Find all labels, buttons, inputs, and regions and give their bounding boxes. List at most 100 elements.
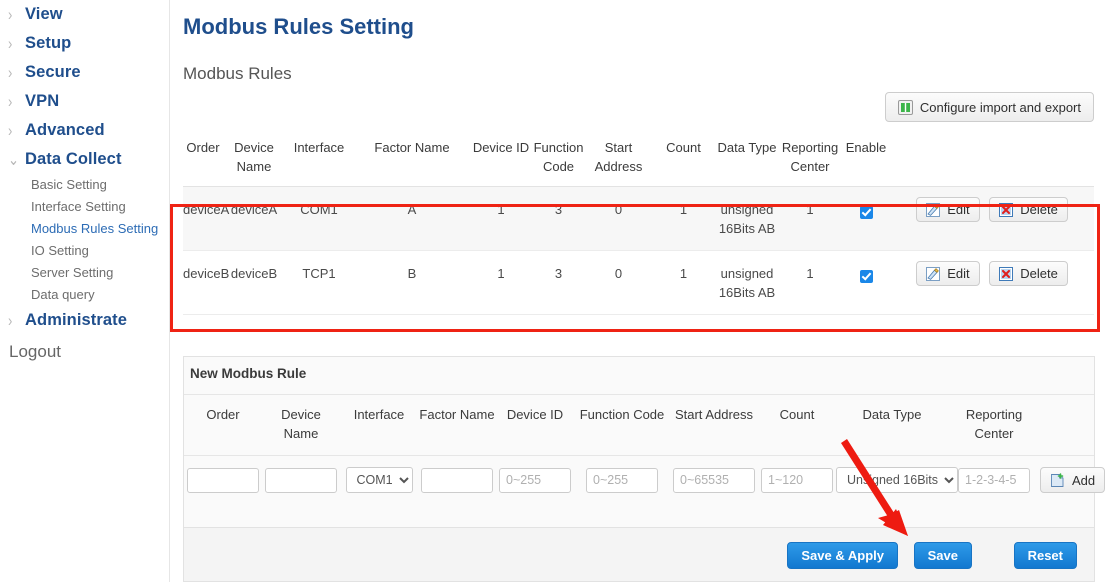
- edit-button[interactable]: Edit: [916, 197, 980, 222]
- col-enable: Enable: [842, 130, 890, 187]
- add-button-label: Add: [1072, 472, 1096, 488]
- cell-interface: TCP1: [285, 250, 353, 315]
- cell-device-id: 1: [471, 186, 531, 251]
- add-button[interactable]: Add: [1040, 467, 1106, 493]
- sidebar-item-label: Data Collect: [25, 150, 122, 168]
- cell-device-id: 1: [471, 250, 531, 315]
- cell-count: 1: [651, 250, 716, 315]
- chevron-right-icon: ›: [8, 63, 13, 82]
- sidebar-item-data-query[interactable]: Data query: [0, 284, 170, 306]
- sidebar-item-view[interactable]: › View: [0, 0, 170, 29]
- new-rule-panel-title: New Modbus Rule: [190, 366, 307, 381]
- cell-factor-name: B: [353, 250, 471, 315]
- save-button[interactable]: Save: [913, 542, 972, 569]
- add-page-icon: [1050, 472, 1065, 488]
- new-rule-input-row: COM1 Unsigned 16Bits: [184, 455, 1106, 505]
- cell-reporting-center: 1: [778, 186, 842, 251]
- configure-import-export-button[interactable]: Configure import and export: [884, 92, 1094, 122]
- sidebar-item-label: Secure: [25, 63, 81, 81]
- col-reporting-center: Reporting Center: [778, 130, 842, 187]
- edit-button-label: Edit: [947, 202, 970, 217]
- import-export-icon: [897, 99, 913, 115]
- cell-data-type: unsigned 16Bits AB: [716, 186, 778, 251]
- edit-pencil-icon: [926, 202, 941, 217]
- factor-name-input[interactable]: [421, 467, 493, 493]
- new-rule-table: Order Device Name Interface Factor Name …: [184, 395, 1106, 505]
- new-col-factor-name: Factor Name: [418, 395, 496, 456]
- delete-button-label: Delete: [1020, 266, 1058, 281]
- sidebar-item-data-collect[interactable]: ⌄ Data Collect: [0, 145, 170, 174]
- chevron-down-icon: ⌄: [8, 150, 19, 169]
- new-col-device-name: Device Name: [262, 395, 340, 456]
- new-modbus-rule-panel: New Modbus Rule Order Device Name Interf…: [183, 356, 1106, 528]
- cell-enable: [842, 186, 890, 251]
- sidebar-item-setup[interactable]: › Setup: [0, 29, 170, 58]
- cell-actions: Edit Delete: [890, 186, 1094, 251]
- table-row: deviceA deviceA COM1 A 1 3 0 1 unsigned …: [183, 186, 1094, 251]
- page-title: Modbus Rules Setting: [183, 14, 414, 39]
- sidebar-item-advanced[interactable]: › Advanced: [0, 116, 170, 145]
- sidebar-item-secure[interactable]: › Secure: [0, 58, 170, 87]
- device-name-input[interactable]: [265, 467, 337, 493]
- order-input[interactable]: [187, 467, 259, 493]
- table-header-row: Order Device Name Interface Factor Name …: [183, 130, 1094, 187]
- new-col-count: Count: [758, 395, 836, 456]
- col-data-type: Data Type: [716, 130, 778, 187]
- chevron-right-icon: ›: [8, 34, 13, 53]
- new-col-reporting-center: Reporting Center: [948, 395, 1040, 456]
- section-subtitle: Modbus Rules: [183, 64, 292, 83]
- footer-bar: Save & Apply Save Reset: [183, 528, 1095, 582]
- enable-checkbox[interactable]: [859, 269, 873, 283]
- device-id-input[interactable]: [499, 467, 571, 493]
- edit-button[interactable]: Edit: [916, 261, 980, 286]
- sidebar-item-label: VPN: [25, 92, 60, 110]
- cell-order: deviceB: [183, 250, 229, 315]
- start-address-input[interactable]: [673, 467, 755, 493]
- function-code-input[interactable]: [586, 467, 658, 493]
- save-and-apply-button[interactable]: Save & Apply: [787, 542, 898, 569]
- sidebar-item-interface-setting[interactable]: Interface Setting: [0, 196, 170, 218]
- sidebar-item-io-setting[interactable]: IO Setting: [0, 240, 170, 262]
- chevron-right-icon: ›: [8, 311, 13, 330]
- cell-order: deviceA: [183, 186, 229, 251]
- sidebar-item-label: Advanced: [25, 121, 105, 139]
- sidebar-item-basic-setting[interactable]: Basic Setting: [0, 174, 170, 196]
- reporting-center-input[interactable]: [958, 467, 1030, 493]
- sidebar-item-server-setting[interactable]: Server Setting: [0, 262, 170, 284]
- interface-select[interactable]: COM1: [345, 467, 413, 493]
- new-col-device-id: Device ID: [496, 395, 574, 456]
- cell-actions: Edit Delete: [890, 250, 1094, 315]
- sidebar-item-vpn[interactable]: › VPN: [0, 87, 170, 116]
- col-actions: [890, 130, 1094, 187]
- sidebar-nav: › View › Setup › Secure › VPN › Advanced…: [0, 0, 170, 335]
- cell-factor-name: A: [353, 186, 471, 251]
- sidebar-item-administrate[interactable]: › Administrate: [0, 306, 170, 335]
- sidebar-item-label: View: [25, 5, 63, 23]
- reset-button[interactable]: Reset: [1013, 542, 1077, 569]
- new-col-start-address: Start Address: [670, 395, 758, 456]
- cell-reporting-center: 1: [778, 250, 842, 315]
- logout-link[interactable]: Logout: [9, 342, 61, 362]
- col-order: Order: [183, 130, 223, 187]
- delete-button[interactable]: Delete: [989, 197, 1068, 222]
- enable-checkbox[interactable]: [859, 205, 873, 219]
- col-factor-name: Factor Name: [353, 130, 471, 187]
- chevron-right-icon: ›: [8, 92, 13, 111]
- cell-function-code: 3: [531, 186, 586, 251]
- delete-button[interactable]: Delete: [989, 261, 1068, 286]
- edit-pencil-icon: [926, 266, 941, 281]
- chevron-right-icon: ›: [8, 121, 13, 140]
- cell-enable: [842, 250, 890, 315]
- sidebar: › View › Setup › Secure › VPN › Advanced…: [0, 0, 170, 582]
- new-col-action: [1040, 395, 1094, 456]
- count-input[interactable]: [761, 467, 833, 493]
- cell-start-address: 0: [586, 186, 651, 251]
- new-col-order: Order: [184, 395, 262, 456]
- configure-import-export-label: Configure import and export: [919, 99, 1081, 115]
- col-function-code: Function Code: [531, 130, 586, 187]
- sidebar-item-modbus-rules-setting[interactable]: Modbus Rules Setting: [0, 218, 170, 240]
- data-type-select[interactable]: Unsigned 16Bits: [836, 467, 958, 493]
- cell-interface: COM1: [285, 186, 353, 251]
- chevron-right-icon: ›: [8, 5, 13, 24]
- cell-start-address: 0: [586, 250, 651, 315]
